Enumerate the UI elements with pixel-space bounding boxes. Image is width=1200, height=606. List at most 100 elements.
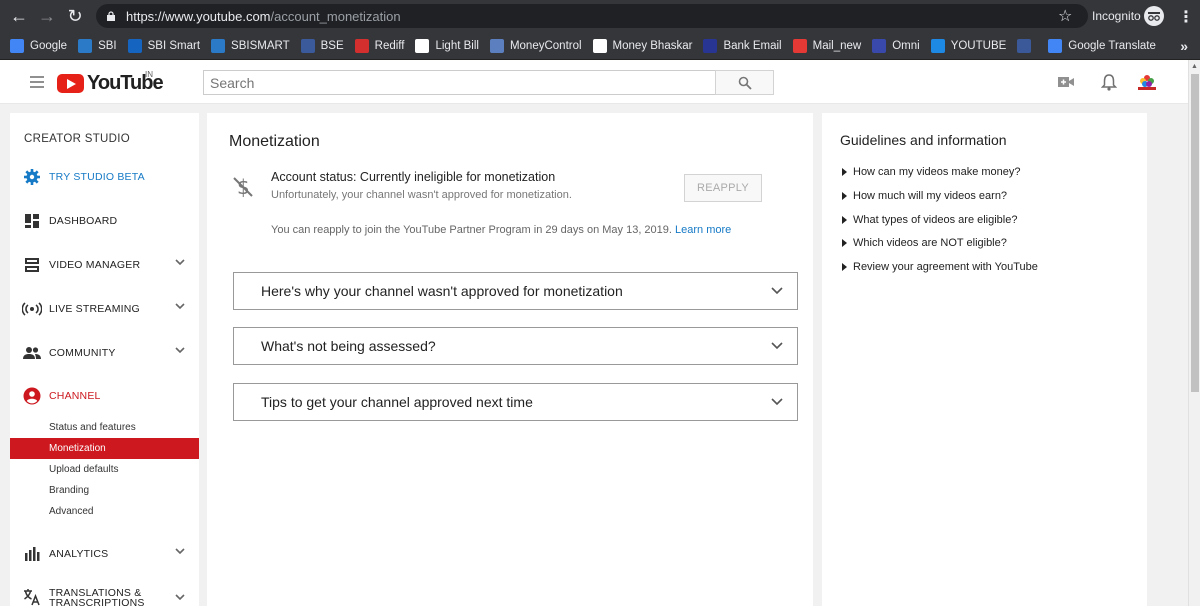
- sidebar-item-label: COMMUNITY: [49, 347, 116, 359]
- incognito-label: Incognito: [1092, 9, 1141, 23]
- sidebar-subitem-advanced[interactable]: Advanced: [10, 501, 199, 522]
- sidebar-item-community[interactable]: COMMUNITY: [10, 338, 199, 368]
- bookmark-item[interactable]: MoneyControl: [489, 38, 582, 53]
- guideline-link-label: What types of videos are eligible?: [853, 214, 1018, 226]
- reload-icon[interactable]: ↻: [62, 3, 88, 29]
- sidebar-item-live-streaming[interactable]: LIVE STREAMING: [10, 294, 199, 324]
- sidebar-subitem-upload-defaults[interactable]: Upload defaults: [10, 459, 199, 480]
- sidebar-subitem-branding[interactable]: Branding: [10, 480, 199, 501]
- bookmark-favicon-icon: [872, 38, 887, 53]
- bookmark-item[interactable]: Money Bhaskar: [592, 38, 693, 53]
- bookmark-label: Light Bill: [435, 39, 479, 52]
- learn-more-link[interactable]: Learn more: [675, 224, 731, 236]
- chevron-down-icon: [771, 342, 783, 350]
- sidebar-item-label: CHANNEL: [49, 390, 101, 402]
- bookmark-item[interactable]: Bank Email: [703, 38, 782, 53]
- triangle-right-icon: [842, 216, 847, 224]
- bookmark-item[interactable]: Google: [10, 38, 67, 53]
- bookmark-item[interactable]: Mail_new: [792, 38, 861, 53]
- chevron-down-icon: [771, 287, 783, 295]
- bookmark-label: Money Bhaskar: [612, 39, 693, 52]
- sidebar-item-channel[interactable]: CHANNEL: [10, 381, 199, 411]
- bookmark-item[interactable]: BSE: [300, 38, 344, 53]
- guideline-link-make-money[interactable]: How can my videos make money?: [842, 166, 1021, 178]
- accordion-label: What's not being assessed?: [261, 338, 436, 354]
- account-avatar[interactable]: [1136, 72, 1158, 92]
- bookmarks-bar: Google SBI SBI Smart SBISMART BSE Rediff Light…: [0, 32, 1200, 60]
- guidelines-title: Guidelines and information: [840, 132, 1007, 148]
- accordion-label: Tips to get your channel approved next t…: [261, 394, 533, 410]
- bookmark-item[interactable]: Google Translate: [1048, 38, 1156, 53]
- guideline-link-label: Which videos are NOT eligible?: [853, 237, 1007, 249]
- bookmark-item[interactable]: SBISMART: [211, 38, 290, 53]
- sidebar-item-label: LIVE STREAMING: [49, 303, 140, 315]
- bookmark-favicon-icon: [78, 38, 93, 53]
- back-icon[interactable]: ←: [6, 3, 32, 29]
- upload-video-icon[interactable]: [1056, 72, 1076, 92]
- bookmark-item[interactable]: SBI Smart: [127, 38, 201, 53]
- browser-menu-icon[interactable]: ⋮: [1178, 7, 1194, 27]
- reapply-button[interactable]: REAPPLY: [684, 174, 762, 202]
- bookmark-label: BSE: [320, 39, 344, 52]
- accordion-not-assessed[interactable]: What's not being assessed?: [233, 327, 798, 365]
- region-label: IN: [145, 70, 153, 79]
- sidebar-item-label: TRANSLATIONS & TRANSCRIPTIONS: [49, 587, 145, 606]
- bookmark-label: YOUTUBE: [950, 39, 1007, 52]
- guideline-link-label: Review your agreement with YouTube: [853, 261, 1038, 273]
- bookmarks-overflow-icon[interactable]: »: [1180, 38, 1188, 54]
- chevron-down-icon: [175, 303, 185, 310]
- sidebar-subitem-monetization[interactable]: Monetization: [10, 438, 199, 459]
- guidelines-panel: Guidelines and information How can my vi…: [822, 113, 1147, 606]
- sidebar-item-analytics[interactable]: ANALYTICS: [10, 539, 199, 569]
- sidebar-item-label: DASHBOARD: [49, 215, 118, 227]
- bookmark-favicon-icon: [354, 38, 369, 53]
- no-money-icon: $: [233, 175, 253, 199]
- chevron-down-icon: [175, 259, 185, 266]
- accordion-why-not-approved[interactable]: Here's why your channel wasn't approved …: [233, 272, 798, 310]
- monetization-panel: Monetization $ Account status: Currently…: [207, 113, 813, 606]
- chevron-down-icon: [771, 398, 783, 406]
- bookmark-star-icon[interactable]: ☆: [1058, 6, 1072, 26]
- forward-icon[interactable]: →: [34, 3, 60, 29]
- bookmark-item[interactable]: Rediff: [354, 38, 404, 53]
- hamburger-menu-icon[interactable]: [30, 76, 44, 91]
- sidebar-item-translations[interactable]: TRANSLATIONS & TRANSCRIPTIONS: [10, 583, 199, 606]
- guideline-link-not-eligible[interactable]: Which videos are NOT eligible?: [842, 237, 1007, 249]
- bookmark-item[interactable]: [1017, 38, 1037, 53]
- search-button[interactable]: [715, 70, 774, 95]
- live-icon: [22, 299, 42, 319]
- guideline-link-agreement[interactable]: Review your agreement with YouTube: [842, 261, 1038, 273]
- bookmark-label: Google Translate: [1068, 39, 1156, 52]
- bookmark-favicon-icon: [211, 38, 226, 53]
- page-scrollbar[interactable]: ▲: [1188, 60, 1200, 606]
- bookmark-item[interactable]: YOUTUBE: [930, 38, 1007, 53]
- notifications-bell-icon[interactable]: [1099, 72, 1119, 92]
- accordion-tips[interactable]: Tips to get your channel approved next t…: [233, 383, 798, 421]
- bookmark-label: Omni: [892, 39, 920, 52]
- sidebar-item-dashboard[interactable]: DASHBOARD: [10, 206, 199, 236]
- sidebar-subitem-status-features[interactable]: Status and features: [10, 417, 199, 438]
- sidebar-item-try-studio-beta[interactable]: TRY STUDIO BETA: [10, 162, 199, 192]
- bookmark-item[interactable]: Light Bill: [415, 38, 479, 53]
- chevron-down-icon: [175, 594, 185, 601]
- triangle-right-icon: [842, 239, 847, 247]
- guideline-link-eligible[interactable]: What types of videos are eligible?: [842, 214, 1017, 226]
- play-logo-icon: [57, 74, 84, 93]
- account-status-subtitle: Unfortunately, your channel wasn't appro…: [271, 189, 572, 201]
- bookmark-item[interactable]: SBI: [78, 38, 117, 53]
- bookmark-favicon-icon: [703, 38, 718, 53]
- chevron-down-icon: [175, 347, 185, 354]
- guideline-link-earnings[interactable]: How much will my videos earn?: [842, 190, 1007, 202]
- search-input[interactable]: [203, 70, 716, 95]
- address-bar[interactable]: https://www.youtube.com/account_monetiza…: [96, 4, 1088, 28]
- triangle-right-icon: [842, 192, 847, 200]
- sidebar-title: CREATOR STUDIO: [24, 133, 131, 145]
- sidebar-item-label: TRY STUDIO BETA: [49, 171, 145, 183]
- video-manager-icon: [22, 255, 42, 275]
- bookmark-label: SBI Smart: [147, 39, 201, 52]
- reapply-note: You can reapply to join the YouTube Part…: [271, 224, 731, 236]
- bookmark-label: SBISMART: [231, 39, 290, 52]
- url-host: https://www.youtube.com: [126, 8, 271, 24]
- sidebar-item-video-manager[interactable]: VIDEO MANAGER: [10, 250, 199, 280]
- bookmark-item[interactable]: Omni: [872, 38, 920, 53]
